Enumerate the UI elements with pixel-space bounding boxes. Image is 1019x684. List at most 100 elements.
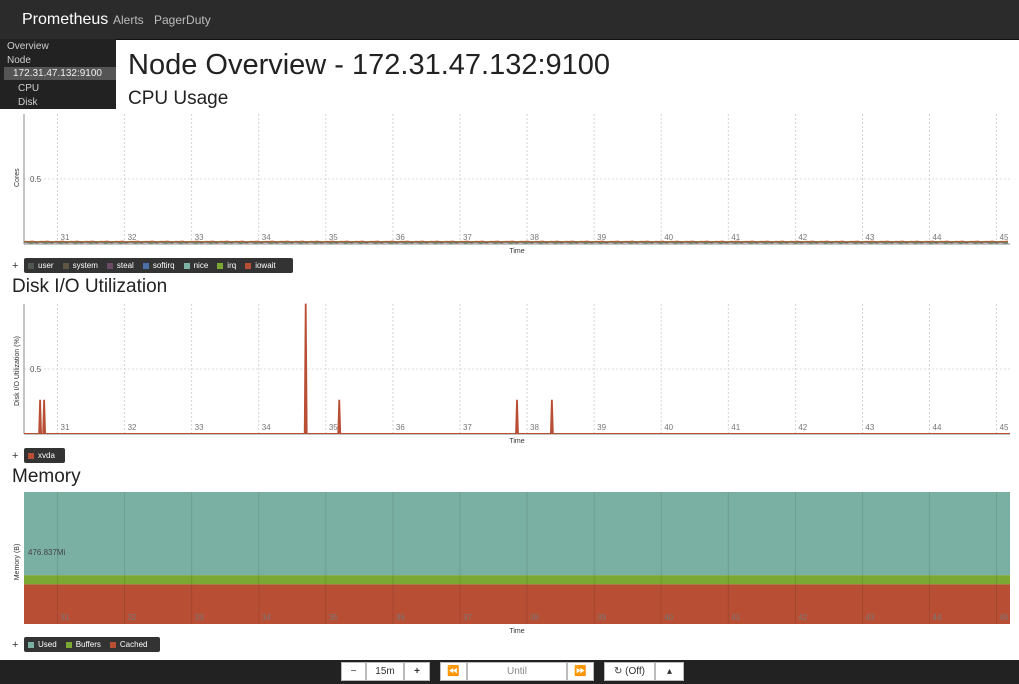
- legend-item-system[interactable]: system: [62, 261, 98, 270]
- legend-item-iowait[interactable]: iowait: [245, 261, 276, 270]
- time-forward-button[interactable]: ⏩: [567, 662, 594, 681]
- x-tick-label: 33: [195, 233, 204, 242]
- nav-link-alerts[interactable]: Alerts: [113, 13, 144, 27]
- legend-label: system: [72, 261, 98, 270]
- x-tick-label: 33: [195, 613, 204, 622]
- x-tick-label: 34: [262, 233, 271, 242]
- y-tick-label: 0.5: [30, 365, 42, 374]
- memory-chart: 31 32 33 34 35 36 37 38 39 40 41 42 43 44 45 476.837Mi M…: [14, 492, 1010, 635]
- legend-label: Cached: [119, 640, 148, 649]
- legend-swatch: [106, 262, 113, 269]
- sidebar-item-disk[interactable]: Disk: [18, 97, 37, 108]
- x-tick-label: 43: [865, 613, 874, 622]
- legend-swatch: [109, 641, 116, 648]
- x-tick-label: 45: [1000, 423, 1009, 432]
- refresh-menu-caret-button[interactable]: ▴: [655, 662, 684, 681]
- x-axis-label: Time: [509, 438, 524, 445]
- memory-legend-expand-button[interactable]: +: [12, 639, 18, 651]
- series-spike-xvda: [303, 303, 308, 435]
- range-increase-button[interactable]: +: [404, 662, 430, 681]
- legend-label: iowait: [255, 261, 276, 270]
- x-axis-label: Time: [509, 628, 524, 635]
- legend-item-irq[interactable]: irq: [217, 261, 236, 270]
- graph-controls-bar: − 15m + ⏪ Until ⏩ ↻ (Off) ▴: [0, 660, 1019, 684]
- disk-section-title: Disk I/O Utilization: [12, 276, 168, 297]
- sidebar-item-overview[interactable]: Overview: [7, 41, 49, 52]
- cpu-legend: user system steal softirq nice irq iowait: [24, 258, 293, 273]
- x-tick-label: 33: [195, 423, 204, 432]
- sidebar-item-node[interactable]: Node: [7, 55, 31, 66]
- series-spike-xvda: [515, 399, 519, 435]
- legend-label: steal: [116, 261, 134, 270]
- x-tick-label: 42: [798, 613, 807, 622]
- memory-section-title: Memory: [12, 466, 81, 487]
- legend-swatch: [28, 262, 34, 269]
- legend-item-buffers[interactable]: Buffers: [65, 640, 101, 649]
- x-tick-label: 35: [329, 613, 338, 622]
- series-spike-xvda: [549, 399, 554, 435]
- x-tick-label: 40: [664, 613, 673, 622]
- brand-link[interactable]: Prometheus: [22, 11, 108, 29]
- range-decrease-button[interactable]: −: [341, 662, 366, 681]
- legend-item-steal[interactable]: steal: [106, 261, 134, 270]
- x-tick-label: 34: [262, 423, 271, 432]
- x-tick-label: 31: [61, 613, 70, 622]
- series-spike-xvda: [42, 399, 47, 435]
- legend-item-used[interactable]: Used: [28, 640, 57, 649]
- x-tick-label: 40: [664, 233, 673, 242]
- legend-label: Buffers: [75, 640, 101, 649]
- legend-swatch: [28, 641, 34, 648]
- y-tick-label: 476.837Mi: [28, 548, 66, 557]
- legend-item-cached[interactable]: Cached: [109, 640, 148, 649]
- series-spike-xvda: [38, 399, 42, 435]
- range-input[interactable]: 15m: [366, 662, 404, 681]
- legend-swatch: [217, 262, 224, 269]
- x-tick-label: 36: [396, 613, 405, 622]
- x-tick-label: 36: [396, 423, 405, 432]
- memory-legend: Used Buffers Cached: [24, 637, 160, 652]
- time-back-button[interactable]: ⏪: [440, 662, 467, 681]
- legend-swatch: [65, 641, 72, 648]
- cpu-legend-expand-button[interactable]: +: [12, 260, 18, 272]
- legend-swatch: [62, 262, 69, 269]
- x-tick-label: 32: [128, 423, 137, 432]
- refresh-toggle-button[interactable]: ↻ (Off): [604, 662, 655, 681]
- disk-legend-expand-button[interactable]: +: [12, 450, 18, 462]
- x-tick-label: 38: [530, 423, 539, 432]
- x-tick-label: 42: [798, 423, 807, 432]
- sidebar-item-node-instance[interactable]: 172.31.47.132:9100: [4, 67, 116, 80]
- y-axis-label: Disk I/O Utilization (%): [14, 336, 21, 406]
- x-tick-label: 31: [61, 233, 70, 242]
- x-tick-label: 44: [933, 613, 942, 622]
- legend-label: nice: [193, 261, 209, 270]
- x-tick-label: 43: [865, 423, 874, 432]
- x-tick-label: 44: [933, 423, 942, 432]
- x-tick-label: 40: [664, 423, 673, 432]
- x-tick-label: 38: [530, 613, 539, 622]
- legend-item-nice[interactable]: nice: [183, 261, 209, 270]
- x-tick-label: 35: [329, 233, 338, 242]
- until-input[interactable]: Until: [467, 662, 567, 681]
- x-tick-label: 45: [1000, 613, 1009, 622]
- legend-label: user: [38, 261, 54, 270]
- legend-label: irq: [227, 261, 237, 270]
- disk-io-chart: 31 32 33 34 35 36 37 38 39 40 41 42 43 44 45 0.5 Disk I/…: [14, 303, 1010, 445]
- legend-item-user[interactable]: user: [28, 261, 54, 270]
- legend-swatch: [183, 262, 190, 269]
- x-tick-label: 36: [396, 233, 405, 242]
- page-title: Node Overview - 172.31.47.132:9100: [128, 49, 611, 81]
- sidebar-item-cpu[interactable]: CPU: [18, 83, 39, 94]
- top-navbar: Prometheus Alerts PagerDuty: [0, 0, 1019, 40]
- x-tick-label: 38: [530, 233, 539, 242]
- x-tick-label: 41: [731, 613, 740, 622]
- x-tick-label: 35: [329, 423, 338, 432]
- x-tick-label: 32: [128, 613, 137, 622]
- nav-link-pagerduty[interactable]: PagerDuty: [154, 13, 211, 27]
- x-tick-label: 32: [128, 233, 137, 242]
- legend-item-softirq[interactable]: softirq: [142, 261, 175, 270]
- legend-label: softirq: [152, 261, 175, 270]
- legend-item-xvda[interactable]: xvda: [28, 451, 55, 460]
- x-tick-label: 39: [597, 233, 606, 242]
- x-axis-label: Time: [509, 248, 524, 255]
- y-tick-label: 0.5: [30, 175, 42, 184]
